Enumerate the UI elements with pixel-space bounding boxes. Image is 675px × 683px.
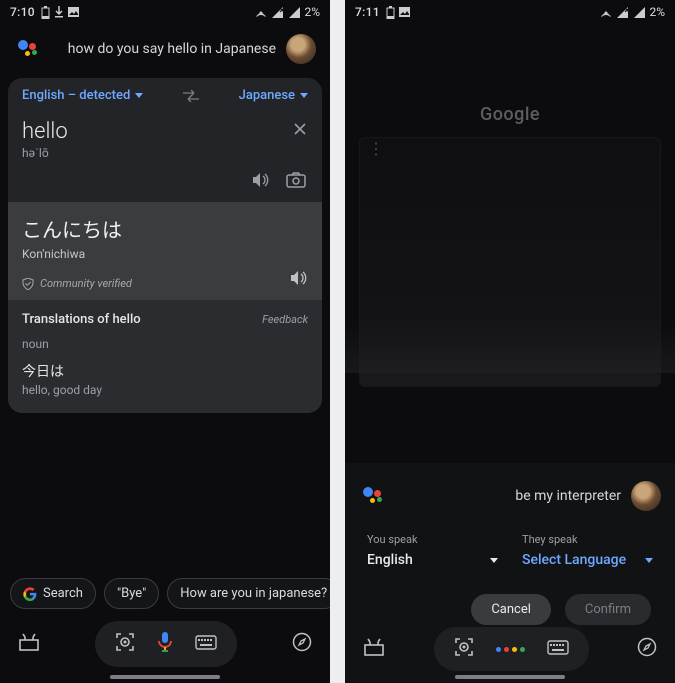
source-text-area[interactable]: hello həˈlō — [8, 113, 322, 168]
image-icon — [68, 7, 79, 17]
snapshot-icon[interactable] — [363, 638, 385, 660]
source-word: hello — [22, 119, 308, 144]
status-right-icons: 2% — [599, 5, 665, 19]
keyboard-icon[interactable] — [547, 640, 569, 659]
assistant-logo-icon — [18, 38, 40, 60]
signal-x-icon — [272, 7, 285, 18]
nav-gesture-hint — [110, 675, 220, 679]
assistant-query: how do you say hello in Japanese — [50, 41, 276, 58]
chevron-down-icon — [300, 93, 308, 98]
they-speak-selector[interactable]: They speak Select Language — [522, 533, 653, 568]
chevron-down-icon — [490, 558, 498, 563]
they-speak-label: They speak — [522, 533, 653, 546]
source-language: English – detected — [22, 88, 130, 103]
status-bar: 7:10 2% — [0, 0, 330, 24]
assistant-logo-icon — [363, 485, 385, 507]
suggestion-chips: Search "Bye" How are you in japanese? — [0, 578, 330, 609]
chevron-down-icon — [135, 93, 143, 98]
chip-bye[interactable]: "Bye" — [104, 578, 159, 609]
language-row: English – detected Japanese — [8, 78, 322, 113]
avatar[interactable] — [286, 34, 316, 64]
status-bar: 7:11 2% — [345, 0, 675, 24]
you-speak-selector[interactable]: You speak English — [367, 533, 498, 568]
speaker-icon[interactable] — [252, 172, 270, 192]
they-speak-value: Select Language — [522, 552, 626, 568]
assistant-header: be my interpreter — [345, 471, 675, 519]
target-language: Japanese — [239, 88, 295, 103]
microphone-icon[interactable] — [157, 631, 173, 657]
nav-gesture-hint — [455, 675, 565, 679]
cancel-button[interactable]: Cancel — [471, 594, 551, 625]
definitions-title: Translations of hello — [22, 312, 141, 327]
explore-icon[interactable] — [292, 632, 312, 656]
phone-right: 7:11 2% Google ⋮ be my interpreter — [345, 0, 675, 683]
download-icon — [54, 6, 64, 18]
assistant-input-bar — [0, 621, 330, 667]
lens-icon[interactable] — [454, 637, 474, 661]
chevron-down-icon — [645, 558, 653, 563]
part-of-speech: noun — [22, 337, 308, 351]
signal-x-icon — [617, 7, 630, 18]
source-language-selector[interactable]: English – detected — [22, 88, 143, 103]
signal-icon — [289, 7, 300, 18]
clear-button[interactable] — [292, 121, 308, 141]
hotspot-icon — [254, 6, 268, 18]
assistant-header: how do you say hello in Japanese — [0, 24, 330, 72]
target-word: こんにちは — [22, 214, 308, 243]
battery-percent: 2% — [304, 5, 320, 19]
status-left-icons — [386, 6, 410, 19]
signal-icon — [634, 7, 645, 18]
explore-icon[interactable] — [637, 637, 657, 661]
source-actions — [8, 168, 322, 202]
target-romanization: Kon'nichiwa — [22, 247, 308, 261]
swap-languages-button[interactable] — [143, 90, 238, 102]
image-icon — [399, 7, 410, 17]
clock: 7:10 — [10, 5, 35, 19]
hotspot-icon — [599, 6, 613, 18]
status-right-icons: 2% — [254, 5, 320, 19]
feedback-link[interactable]: Feedback — [262, 313, 308, 326]
background-terrain — [345, 323, 675, 373]
google-g-icon — [23, 587, 37, 601]
battery-indicator-icon — [386, 6, 395, 19]
background-google-label: Google — [345, 104, 675, 125]
keyboard-icon[interactable] — [195, 635, 217, 654]
definition-jp: 今日は — [22, 361, 308, 381]
chip-howareyou[interactable]: How are you in japanese? — [167, 578, 330, 609]
definition-gloss: hello, good day — [22, 383, 308, 397]
assistant-query: be my interpreter — [395, 488, 621, 505]
speaker-icon[interactable] — [290, 270, 308, 290]
shield-check-icon — [22, 278, 34, 290]
snapshot-icon[interactable] — [18, 633, 40, 655]
battery-indicator-icon — [41, 6, 50, 19]
assistant-pill — [434, 627, 589, 671]
camera-icon[interactable] — [286, 172, 306, 192]
chip-search[interactable]: Search — [10, 578, 96, 609]
assistant-listening-icon[interactable] — [496, 647, 525, 652]
you-speak-label: You speak — [367, 533, 498, 546]
interpreter-form: You speak English They speak Select Lang… — [345, 519, 675, 625]
phone-left: 7:10 2% how do you say hello in Japanese… — [0, 0, 330, 683]
target-language-selector[interactable]: Japanese — [239, 88, 308, 103]
source-phonetic: həˈlō — [22, 146, 308, 160]
clock: 7:11 — [355, 5, 380, 19]
status-left-icons — [41, 6, 79, 19]
definitions-block: Translations of hello Feedback noun 今日は … — [8, 300, 322, 413]
confirm-button[interactable]: Confirm — [565, 594, 651, 625]
assistant-pill — [95, 621, 237, 667]
more-icon: ⋮ — [368, 146, 384, 152]
avatar[interactable] — [631, 481, 661, 511]
verified-badge: Community verified — [22, 277, 308, 290]
lens-icon[interactable] — [115, 632, 135, 656]
target-block: こんにちは Kon'nichiwa Community verified — [8, 202, 322, 300]
translate-card: English – detected Japanese hello həˈlō … — [8, 78, 322, 413]
assistant-input-bar — [345, 627, 675, 671]
interpreter-panel: be my interpreter You speak English They… — [345, 463, 675, 683]
battery-percent: 2% — [649, 5, 665, 19]
you-speak-value: English — [367, 552, 413, 568]
